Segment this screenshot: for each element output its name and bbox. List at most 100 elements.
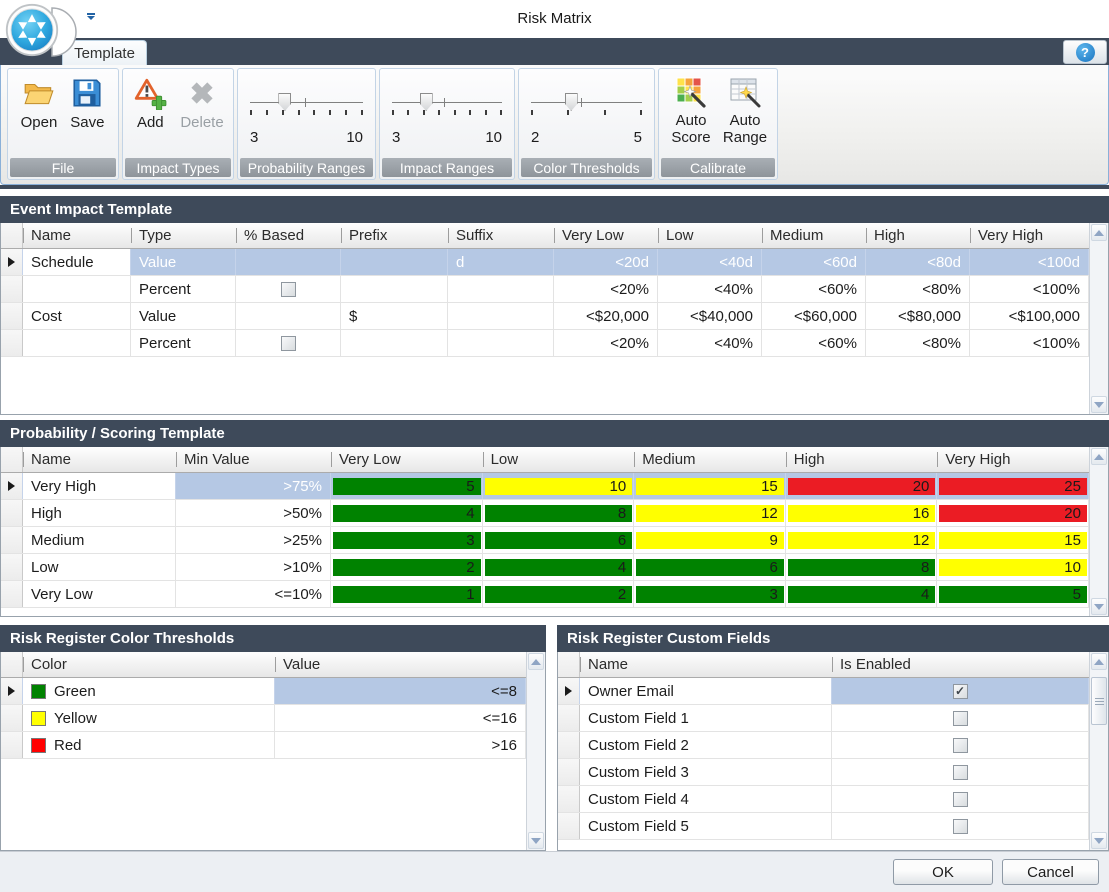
cell-type[interactable]: Percent xyxy=(131,330,236,356)
row-selector[interactable] xyxy=(1,705,23,731)
score-cell[interactable]: 20 xyxy=(788,478,936,495)
add-impact-type-button[interactable]: Add xyxy=(127,72,173,133)
is-enabled-checkbox[interactable] xyxy=(953,792,968,807)
column-header[interactable]: Prefix xyxy=(341,223,448,248)
slider-thumb[interactable] xyxy=(278,93,291,111)
app-logo-icon[interactable] xyxy=(4,2,60,58)
score-cell[interactable]: 8 xyxy=(788,559,936,576)
column-header[interactable]: Medium xyxy=(634,447,786,472)
scroll-down-button[interactable] xyxy=(528,832,544,849)
score-cell[interactable]: 10 xyxy=(939,559,1087,576)
cell-low[interactable]: <40% xyxy=(658,276,762,302)
scroll-down-button[interactable] xyxy=(1091,832,1107,849)
score-cell[interactable]: 2 xyxy=(333,559,481,576)
cell-name[interactable]: Medium xyxy=(23,527,176,553)
column-header[interactable]: Low xyxy=(483,447,635,472)
cell-name[interactable]: Cost xyxy=(23,303,131,329)
cell-color[interactable]: Red xyxy=(23,732,275,758)
scroll-down-button[interactable] xyxy=(1091,396,1107,413)
score-cell[interactable]: 4 xyxy=(485,559,633,576)
cell-very-low[interactable]: <20% xyxy=(554,330,658,356)
color-thresholds-slider[interactable] xyxy=(529,91,644,119)
score-cell[interactable]: 6 xyxy=(636,559,784,576)
cell-name[interactable] xyxy=(23,330,131,356)
row-selector[interactable] xyxy=(1,678,23,704)
cell-very-high[interactable]: <$100,000 xyxy=(970,303,1089,329)
cell-name[interactable]: Custom Field 4 xyxy=(580,786,832,812)
scroll-up-button[interactable] xyxy=(1091,653,1107,670)
cell-name[interactable]: Schedule xyxy=(23,249,131,275)
row-selector[interactable] xyxy=(1,276,23,302)
is-enabled-checkbox[interactable] xyxy=(953,738,968,753)
row-selector[interactable] xyxy=(558,678,580,704)
cell-prefix[interactable] xyxy=(341,330,448,356)
cell-value[interactable]: >16 xyxy=(275,732,526,758)
cell-medium[interactable]: <60% xyxy=(762,330,866,356)
cell-low[interactable]: <40% xyxy=(658,330,762,356)
cancel-button[interactable]: Cancel xyxy=(1002,859,1099,885)
scrollbar[interactable] xyxy=(526,652,545,850)
column-header[interactable]: Name xyxy=(23,223,131,248)
score-cell[interactable]: 15 xyxy=(939,532,1087,549)
scroll-up-button[interactable] xyxy=(1091,448,1107,465)
cell-name[interactable]: Low xyxy=(23,554,176,580)
score-cell[interactable]: 20 xyxy=(939,505,1087,522)
score-cell[interactable]: 3 xyxy=(333,532,481,549)
open-button[interactable]: Open xyxy=(16,72,63,133)
cell-name[interactable]: Owner Email xyxy=(580,678,832,704)
column-header[interactable]: Very Low xyxy=(331,447,483,472)
cell-high[interactable]: <80% xyxy=(866,330,970,356)
cell-prefix[interactable] xyxy=(341,276,448,302)
cell-low[interactable]: <40d xyxy=(658,249,762,275)
score-cell[interactable]: 4 xyxy=(333,505,481,522)
score-cell[interactable]: 5 xyxy=(333,478,481,495)
scrollbar-thumb[interactable] xyxy=(1091,677,1107,725)
cell-min-value[interactable]: >10% xyxy=(176,554,331,580)
cell-value[interactable]: <=16 xyxy=(275,705,526,731)
cell-suffix[interactable] xyxy=(448,276,554,302)
cell-name[interactable]: Very High xyxy=(23,473,176,499)
column-header[interactable]: High xyxy=(866,223,970,248)
column-header[interactable]: High xyxy=(786,447,938,472)
cell-type[interactable]: Value xyxy=(131,249,236,275)
row-selector[interactable] xyxy=(1,473,23,499)
cell-medium[interactable]: <60d xyxy=(762,249,866,275)
column-header[interactable]: Is Enabled xyxy=(832,652,1089,677)
row-selector[interactable] xyxy=(1,554,23,580)
score-cell[interactable]: 8 xyxy=(485,505,633,522)
score-cell[interactable]: 12 xyxy=(788,532,936,549)
column-header[interactable]: Suffix xyxy=(448,223,554,248)
save-button[interactable]: Save xyxy=(64,72,110,133)
column-header[interactable]: Very High xyxy=(970,223,1089,248)
auto-score-button[interactable]: Auto Score xyxy=(665,72,717,148)
column-header[interactable]: Name xyxy=(23,447,176,472)
cell-suffix[interactable] xyxy=(448,330,554,356)
cell-name[interactable]: Custom Field 3 xyxy=(580,759,832,785)
cell-type[interactable]: Percent xyxy=(131,276,236,302)
score-cell[interactable]: 5 xyxy=(939,586,1087,603)
ok-button[interactable]: OK xyxy=(893,859,993,885)
cell-very-low[interactable]: <20% xyxy=(554,276,658,302)
is-enabled-checkbox[interactable]: ✓ xyxy=(953,684,968,699)
row-selector[interactable] xyxy=(558,813,580,839)
cell-low[interactable]: <$40,000 xyxy=(658,303,762,329)
row-selector[interactable] xyxy=(558,705,580,731)
row-selector[interactable] xyxy=(1,330,23,356)
column-header[interactable]: Low xyxy=(658,223,762,248)
is-enabled-checkbox[interactable] xyxy=(953,765,968,780)
quick-access-dropdown-icon[interactable] xyxy=(86,13,95,20)
cell-min-value[interactable]: >75% xyxy=(176,473,331,499)
score-cell[interactable]: 4 xyxy=(788,586,936,603)
row-selector[interactable] xyxy=(1,249,23,275)
cell-very-low[interactable]: <$20,000 xyxy=(554,303,658,329)
is-enabled-checkbox[interactable] xyxy=(953,819,968,834)
row-selector[interactable] xyxy=(558,759,580,785)
row-selector[interactable] xyxy=(1,303,23,329)
scrollbar[interactable] xyxy=(1089,447,1108,616)
is-enabled-checkbox[interactable] xyxy=(953,711,968,726)
row-selector[interactable] xyxy=(558,786,580,812)
column-header[interactable]: Min Value xyxy=(176,447,331,472)
score-cell[interactable]: 16 xyxy=(788,505,936,522)
cell-type[interactable]: Value xyxy=(131,303,236,329)
cell-prefix[interactable] xyxy=(341,249,448,275)
